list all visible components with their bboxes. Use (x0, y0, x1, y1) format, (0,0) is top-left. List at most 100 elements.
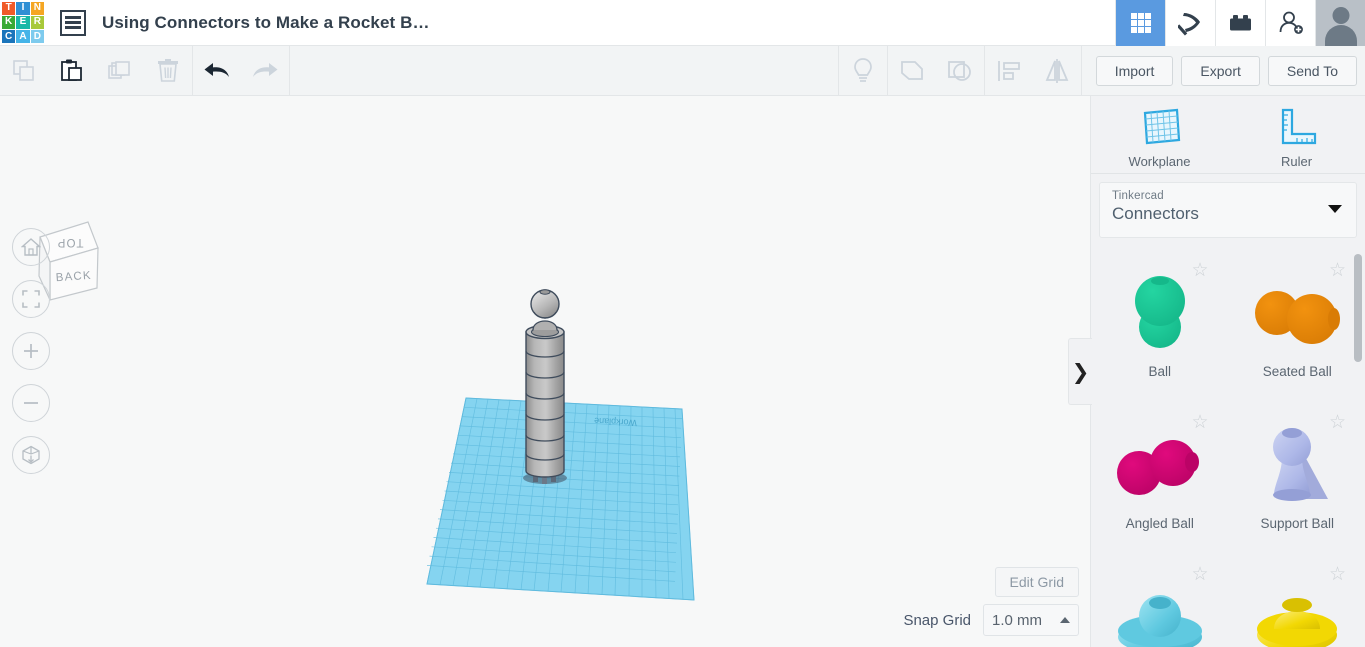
3d-scene[interactable]: Workplane (0, 96, 1090, 647)
tinkercad-logo[interactable]: TINKERCAD (0, 0, 46, 46)
gallery-grid-icon (1130, 13, 1151, 33)
shape-gallery[interactable]: ☆ Ball ☆ Seated Ball ☆ Angled Ball ☆ Sup… (1091, 249, 1365, 647)
redo-button[interactable] (241, 46, 289, 95)
shape-item[interactable]: ☆ (1229, 553, 1365, 647)
duplicate-icon (108, 60, 130, 79)
duplicate-button[interactable] (96, 46, 144, 95)
logo-letter-n: N (30, 1, 44, 15)
shape-thumbnail[interactable] (1121, 271, 1199, 357)
shape-thumbnail[interactable] (1250, 575, 1344, 647)
gallery-grid-button[interactable] (1115, 0, 1165, 46)
edit-toolbar: Import Export Send To (0, 46, 1365, 96)
top-bar: TINKERCAD Using Connectors to Make a Roc… (0, 0, 1365, 46)
logo-letter-a: A (16, 30, 30, 44)
blocks-brick-icon (1229, 15, 1251, 31)
add-user-button[interactable] (1265, 0, 1315, 46)
logo-letter-c: C (2, 30, 16, 44)
edit-grid-button[interactable]: Edit Grid (994, 567, 1079, 597)
fit-to-view-icon (22, 290, 40, 308)
logo-letter-k: K (2, 15, 16, 30)
3d-canvas[interactable]: Workplane TOP BACK Edit Grid Snap Grid 1… (0, 96, 1090, 647)
hint-button[interactable] (839, 46, 887, 95)
send-to-button[interactable]: Send To (1267, 55, 1357, 86)
group-icon (900, 60, 923, 80)
collapse-panel-button[interactable]: ❯ (1068, 338, 1092, 405)
snap-grid-control: Snap Grid 1.0 mm (903, 604, 1079, 636)
panel-tools: Workplane Ruler (1091, 96, 1365, 174)
perspective-toggle-icon (22, 445, 40, 465)
gallery-scrollbar[interactable] (1354, 252, 1362, 644)
avatar[interactable] (1315, 0, 1365, 46)
top-bar-actions (1115, 0, 1365, 46)
zoom-in-button[interactable] (12, 332, 50, 370)
group-button[interactable] (888, 46, 936, 95)
mirror-icon (1045, 58, 1069, 83)
avatar-body (1324, 25, 1357, 46)
chevron-up-icon (1060, 617, 1070, 623)
avatar-head (1332, 7, 1349, 24)
shape-thumbnail[interactable] (1250, 271, 1344, 357)
align-icon (997, 60, 1020, 81)
mirror-button[interactable] (1033, 46, 1081, 95)
perspective-toggle-button[interactable] (12, 436, 50, 474)
favorite-star-icon[interactable]: ☆ (1329, 565, 1346, 584)
shapes-panel: Workplane Ruler Tinkercad Connectors ☆ B… (1090, 96, 1365, 647)
ruler-tool-label: Ruler (1280, 153, 1313, 169)
chevron-down-icon[interactable] (1328, 205, 1342, 213)
workplane-tool-label: Workplane (1128, 153, 1191, 169)
import-button[interactable]: Import (1095, 55, 1174, 86)
copy-icon (13, 59, 34, 81)
paste-button[interactable] (48, 46, 96, 95)
home-view-icon (21, 238, 41, 256)
favorite-star-icon[interactable]: ☆ (1329, 261, 1346, 280)
logo-letter-r: R (30, 15, 44, 30)
rocket-model[interactable] (523, 289, 567, 484)
library-select-wrap: Tinkercad Connectors (1091, 174, 1365, 248)
snap-grid-select[interactable]: 1.0 mm (983, 604, 1079, 636)
shape-name: Support Ball (1260, 516, 1335, 531)
snap-grid-label: Snap Grid (903, 611, 971, 629)
favorite-star-icon[interactable]: ☆ (1191, 413, 1208, 432)
undo-arrow-icon (204, 62, 229, 77)
blocks-button[interactable] (1215, 0, 1265, 46)
shape-thumbnail[interactable] (1113, 423, 1207, 509)
home-view-button[interactable] (12, 228, 50, 266)
delete-trash-icon (158, 58, 178, 82)
favorite-star-icon[interactable]: ☆ (1191, 565, 1208, 584)
ruler-tool[interactable]: Ruler (1228, 96, 1365, 173)
delete-button[interactable] (144, 46, 192, 95)
shape-item[interactable]: ☆ Ball (1091, 249, 1229, 401)
tinker-button[interactable] (1165, 0, 1215, 46)
page-title: Using Connectors to Make a Rocket B… (102, 12, 430, 32)
add-user-icon (1279, 11, 1303, 34)
library-select[interactable]: Tinkercad Connectors (1099, 182, 1357, 238)
copy-button[interactable] (0, 46, 48, 95)
align-button[interactable] (985, 46, 1033, 95)
zoom-in-icon (24, 344, 38, 358)
shape-item[interactable]: ☆ Seated Ball (1229, 249, 1365, 401)
shape-item[interactable]: ☆ Support Ball (1229, 401, 1365, 553)
favorite-star-icon[interactable]: ☆ (1329, 413, 1346, 432)
library-name: Connectors (1112, 204, 1199, 223)
list-document-icon[interactable] (60, 9, 86, 36)
snap-grid-value: 1.0 mm (992, 611, 1043, 629)
ruler-icon (1281, 108, 1316, 144)
fit-to-view-button[interactable] (12, 280, 50, 318)
ungroup-button[interactable] (936, 46, 984, 95)
scrollbar-thumb[interactable] (1354, 254, 1362, 362)
shape-item[interactable]: ☆ Angled Ball (1091, 401, 1229, 553)
paste-icon (61, 59, 82, 81)
shape-item[interactable]: ☆ (1091, 553, 1229, 647)
workplane-icon (1143, 108, 1180, 144)
favorite-star-icon[interactable]: ☆ (1191, 261, 1208, 280)
zoom-out-button[interactable] (12, 384, 50, 422)
workplane-tool[interactable]: Workplane (1091, 96, 1228, 173)
shape-name: Angled Ball (1125, 516, 1194, 531)
shape-thumbnail[interactable] (1254, 423, 1340, 509)
export-button[interactable]: Export (1181, 55, 1260, 86)
logo-letter-t: T (2, 1, 16, 15)
library-owner-label: Tinkercad (1112, 190, 1164, 202)
shape-thumbnail[interactable] (1113, 575, 1207, 647)
toolbar-divider (289, 46, 290, 95)
undo-button[interactable] (193, 46, 241, 95)
